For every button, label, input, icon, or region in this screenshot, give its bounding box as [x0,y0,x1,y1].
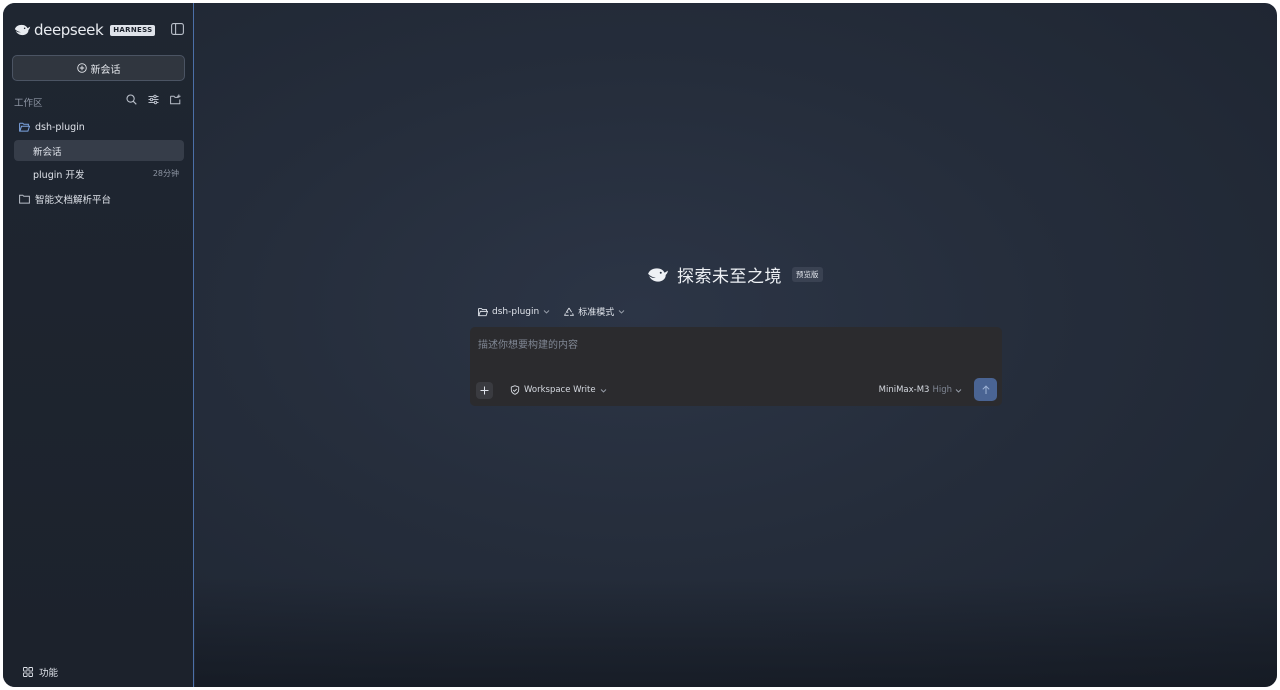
chevron-down-icon [618,310,625,314]
folder-open-icon [19,122,30,132]
mode-selector-label: 标准模式 [578,308,615,318]
mode-selector[interactable]: 标准模式 [564,305,625,318]
shield-check-icon [510,385,520,395]
composer-box: Workspace Write MiniMax-M3 High [470,327,1002,406]
workspace-heading: 工作区 [14,98,43,109]
session-item-new[interactable]: 新会话 [14,140,184,161]
folder-item-dsh-plugin[interactable]: dsh-plugin [19,119,85,135]
app-window: deepseek HARNESS 新会话 工作区 dsh-plugin 新会话 … [3,3,1277,687]
features-label: 功能 [39,668,59,679]
folder-open-icon [478,307,488,316]
sidebar: deepseek HARNESS 新会话 工作区 dsh-plugin 新会话 … [3,3,194,687]
folder-item-doc-parser[interactable]: 智能文档解析平台 [19,191,111,207]
prompt-input[interactable] [478,337,988,353]
chevron-down-icon [955,388,962,393]
model-selector[interactable]: MiniMax-M3 High [879,385,962,395]
session-title: plugin 开发 [33,169,85,181]
hero-title: 探索未至之境 [677,267,782,287]
features-button[interactable]: 功能 [23,665,58,679]
new-chat-button[interactable]: 新会话 [12,55,185,81]
brand-logo: deepseek HARNESS [14,21,156,39]
recycle-icon [564,307,575,316]
model-name: MiniMax-M3 [878,385,930,395]
brand-badge: HARNESS [110,24,156,36]
send-button[interactable] [974,378,997,401]
arrow-up-icon [981,384,990,394]
hero-heading: 探索未至之境 预览版 [647,262,823,287]
sidebar-toggle-icon[interactable] [171,23,184,35]
new-folder-icon[interactable] [170,94,181,105]
preview-badge: 预览版 [792,267,823,282]
project-selector[interactable]: dsh-plugin [478,307,550,317]
grid-icon [23,667,33,677]
attach-button[interactable] [476,382,493,399]
search-icon[interactable] [126,94,137,105]
chevron-down-icon [543,310,550,314]
model-effort: High [932,385,952,395]
plus-circle-icon [76,63,87,73]
brand-name: deepseek [34,21,104,39]
main-area: 探索未至之境 预览版 dsh-plugin 标准模式 描述你想要构建的内容 Wo… [195,3,1277,687]
chevron-down-icon [600,388,606,393]
folder-icon [19,194,30,204]
permission-selector[interactable]: Workspace Write [510,385,607,395]
project-selector-label: dsh-plugin [492,306,540,317]
composer-selectors: dsh-plugin 标准模式 [478,305,625,318]
folder-name: 智能文档解析平台 [35,195,112,206]
session-title: 新会话 [33,146,62,158]
whale-icon [648,267,668,282]
whale-icon [14,24,31,36]
session-item-plugin-dev[interactable]: plugin 开发 28分钟 [14,163,184,184]
permission-label: Workspace Write [524,385,596,395]
filter-sliders-icon[interactable] [148,94,159,105]
new-chat-label: 新会话 [90,64,121,76]
folder-name: dsh-plugin [35,121,85,133]
workspace-tools [126,94,181,105]
session-time: 28分钟 [152,169,179,178]
plus-icon [480,386,489,395]
